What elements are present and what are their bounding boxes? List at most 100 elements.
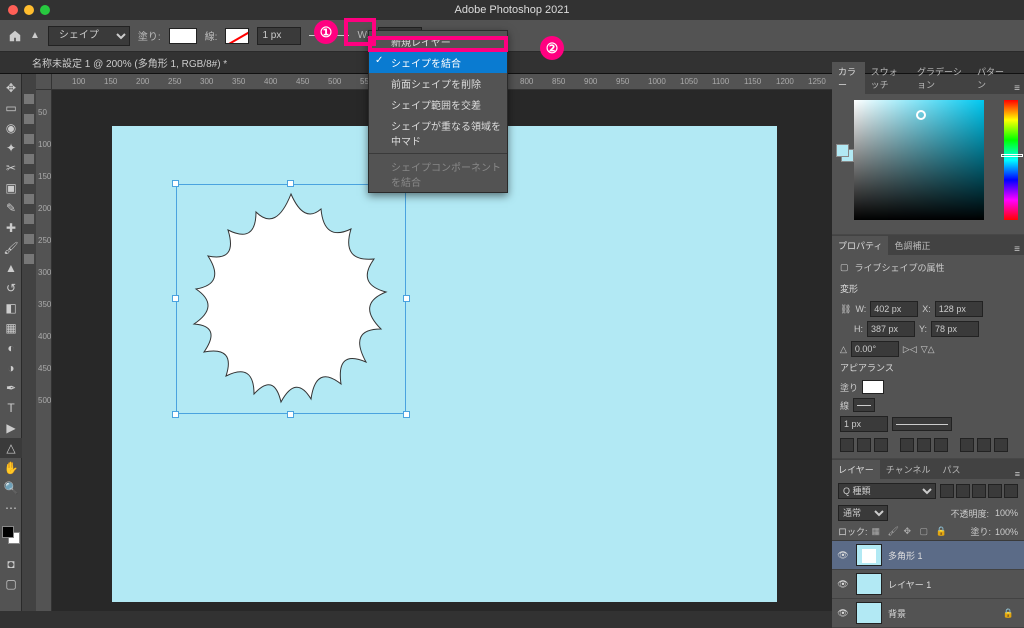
tool-preset-icon[interactable]: ▲ bbox=[30, 30, 40, 41]
cap-icon[interactable] bbox=[917, 438, 931, 452]
layer-name[interactable]: 背景 bbox=[888, 607, 906, 620]
panel-icon[interactable] bbox=[24, 94, 34, 104]
hue-cursor[interactable] bbox=[1001, 154, 1023, 157]
align-icon[interactable] bbox=[857, 438, 871, 452]
panel-icon[interactable] bbox=[24, 134, 34, 144]
prop-angle-input[interactable] bbox=[851, 341, 899, 357]
frame-tool[interactable]: ▣ bbox=[0, 178, 22, 198]
dropdown-item-combine-shapes[interactable]: ✓シェイプを結合 bbox=[369, 52, 507, 73]
handle-e[interactable] bbox=[403, 295, 410, 302]
hue-slider[interactable] bbox=[1004, 100, 1018, 220]
move-tool[interactable]: ✥ bbox=[0, 78, 22, 98]
color-cursor[interactable] bbox=[916, 110, 926, 120]
layer-name[interactable]: 多角形 1 bbox=[888, 549, 923, 562]
panel-menu-icon[interactable]: ≡ bbox=[1010, 83, 1024, 94]
filter-adjust-icon[interactable] bbox=[956, 484, 970, 498]
close-window-button[interactable] bbox=[8, 5, 18, 15]
ruler-origin[interactable] bbox=[36, 74, 52, 90]
wand-tool[interactable]: ✦ bbox=[0, 138, 22, 158]
flip-h-icon[interactable]: ▷◁ bbox=[903, 344, 917, 355]
prop-x-input[interactable] bbox=[935, 301, 983, 317]
stroke-style-chip[interactable] bbox=[892, 417, 952, 431]
filter-type-icon[interactable] bbox=[972, 484, 986, 498]
gradients-tab[interactable]: グラデーション bbox=[911, 62, 971, 94]
join-icon[interactable] bbox=[994, 438, 1008, 452]
panel-icon[interactable] bbox=[24, 114, 34, 124]
fill-swatch[interactable] bbox=[169, 28, 197, 44]
shape-tool[interactable]: △ bbox=[0, 438, 22, 458]
lock-position-icon[interactable]: ✥ bbox=[904, 526, 916, 538]
quick-mask-toggle[interactable]: ◘ bbox=[0, 554, 22, 574]
dodge-tool[interactable]: ◑ bbox=[0, 358, 22, 378]
prop-height-input[interactable] bbox=[867, 321, 915, 337]
join-icon[interactable] bbox=[977, 438, 991, 452]
visibility-icon[interactable]: 👁 bbox=[836, 579, 850, 590]
handle-sw[interactable] bbox=[172, 411, 179, 418]
color-tab[interactable]: カラー bbox=[832, 62, 865, 94]
layer-thumbnail[interactable] bbox=[856, 602, 882, 624]
layer-row[interactable]: 👁 背景 🔒 bbox=[832, 599, 1024, 628]
lock-nested-icon[interactable]: ▢ bbox=[920, 526, 932, 538]
align-icon[interactable] bbox=[874, 438, 888, 452]
opacity-value[interactable]: 100% bbox=[995, 508, 1018, 518]
align-icon[interactable] bbox=[840, 438, 854, 452]
lasso-tool[interactable]: ◉ bbox=[0, 118, 22, 138]
filter-shape-icon[interactable] bbox=[988, 484, 1002, 498]
stamp-tool[interactable]: ▲ bbox=[0, 258, 22, 278]
panel-menu-icon[interactable]: ≡ bbox=[1011, 469, 1024, 479]
link-icon[interactable]: ⛓ bbox=[840, 304, 851, 315]
layer-row[interactable]: 👁 多角形 1 bbox=[832, 541, 1024, 570]
edit-toolbar[interactable]: ⋯ bbox=[0, 498, 22, 518]
layer-row[interactable]: 👁 レイヤー 1 bbox=[832, 570, 1024, 599]
handle-se[interactable] bbox=[403, 411, 410, 418]
lock-all-icon[interactable]: 🔒 bbox=[936, 526, 948, 538]
adjustments-tab[interactable]: 色調補正 bbox=[888, 236, 936, 255]
panel-icon[interactable] bbox=[24, 214, 34, 224]
filter-image-icon[interactable] bbox=[940, 484, 954, 498]
minimize-window-button[interactable] bbox=[24, 5, 34, 15]
patterns-tab[interactable]: パターン bbox=[971, 62, 1010, 94]
handle-w[interactable] bbox=[172, 295, 179, 302]
flip-v-icon[interactable]: ▽△ bbox=[921, 344, 935, 355]
layer-thumbnail[interactable] bbox=[856, 544, 882, 566]
stroke-width-input2[interactable] bbox=[840, 416, 888, 432]
fill-opacity-value[interactable]: 100% bbox=[995, 527, 1018, 537]
panel-menu-icon[interactable]: ≡ bbox=[1010, 244, 1024, 255]
dropdown-item-subtract-front[interactable]: 前面シェイプを削除 bbox=[369, 73, 507, 94]
marquee-tool[interactable]: ▭ bbox=[0, 98, 22, 118]
maximize-window-button[interactable] bbox=[40, 5, 50, 15]
properties-tab[interactable]: プロパティ bbox=[832, 236, 888, 255]
channels-tab[interactable]: チャンネル bbox=[880, 460, 937, 479]
gradient-tool[interactable]: ▦ bbox=[0, 318, 22, 338]
stroke-swatch[interactable] bbox=[225, 28, 249, 44]
panel-icon[interactable] bbox=[24, 234, 34, 244]
join-icon[interactable] bbox=[960, 438, 974, 452]
canvas[interactable] bbox=[112, 126, 777, 602]
fill-chip[interactable] bbox=[862, 380, 884, 394]
panel-icon[interactable] bbox=[24, 254, 34, 264]
color-field[interactable] bbox=[854, 100, 984, 220]
handle-nw[interactable] bbox=[172, 180, 179, 187]
blur-tool[interactable]: ◐ bbox=[0, 338, 22, 358]
swatches-tab[interactable]: スウォッチ bbox=[865, 62, 911, 94]
shape-selection[interactable] bbox=[176, 184, 406, 414]
panel-icon[interactable] bbox=[24, 154, 34, 164]
filter-smart-icon[interactable] bbox=[1004, 484, 1018, 498]
prop-width-input[interactable] bbox=[870, 301, 918, 317]
shape-mode-select[interactable]: シェイプ bbox=[48, 26, 130, 46]
layer-filter-select[interactable]: Q 種類 bbox=[838, 483, 936, 499]
history-brush-tool[interactable]: ↺ bbox=[0, 278, 22, 298]
layers-tab[interactable]: レイヤー bbox=[832, 460, 880, 479]
layer-name[interactable]: レイヤー 1 bbox=[888, 578, 931, 591]
type-tool[interactable]: T bbox=[0, 398, 22, 418]
crop-tool[interactable]: ✂ bbox=[0, 158, 22, 178]
blend-mode-select[interactable]: 通常 bbox=[838, 505, 888, 521]
visibility-icon[interactable]: 👁 bbox=[836, 608, 850, 619]
handle-n[interactable] bbox=[287, 180, 294, 187]
healing-tool[interactable]: ✚ bbox=[0, 218, 22, 238]
home-icon[interactable] bbox=[8, 29, 22, 43]
panel-icon[interactable] bbox=[24, 174, 34, 184]
dropdown-item-exclude[interactable]: シェイプが重なる領域を中マド bbox=[369, 115, 507, 151]
document-tab[interactable]: 名称未設定 1 @ 200% (多角形 1, RGB/8#) * bbox=[22, 52, 237, 73]
zoom-tool[interactable]: 🔍 bbox=[0, 478, 22, 498]
